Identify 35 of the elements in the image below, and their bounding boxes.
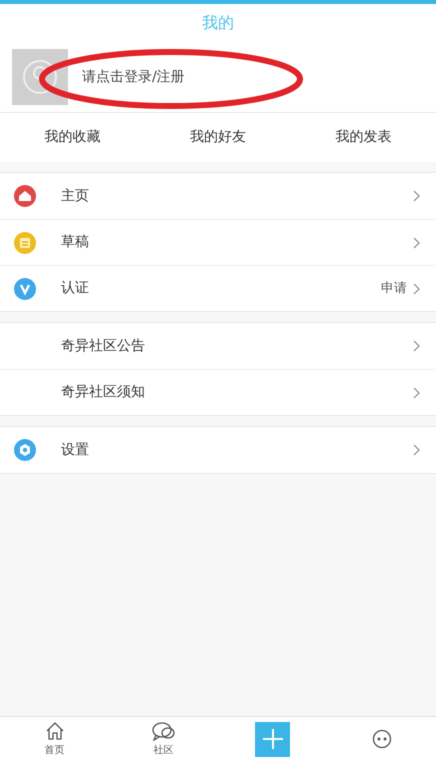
menu-label: 奇异社区公告 — [61, 336, 146, 356]
menu-label: 草稿 — [61, 233, 90, 252]
page-title: 我的 — [202, 12, 234, 34]
menu-item[interactable]: 主页 — [0, 173, 436, 219]
login-link[interactable]: 请点击登录/注册 — [82, 66, 185, 88]
chat-bubbles-icon — [152, 720, 176, 740]
menu-item[interactable]: 草稿 — [0, 219, 436, 265]
menu-label: 设置 — [61, 440, 90, 460]
menu-label: 认证 — [61, 279, 90, 298]
note-icon — [14, 232, 36, 254]
add-button[interactable] — [255, 722, 290, 756]
menu-item[interactable]: 奇异社区公告 — [0, 323, 436, 369]
chevron-right-icon — [413, 236, 420, 248]
chevron-right-icon — [413, 444, 420, 456]
menu-label: 主页 — [61, 186, 90, 206]
profile-tab[interactable]: 我的发表 — [290, 127, 436, 148]
chevron-right-icon — [413, 340, 420, 352]
plus-icon — [262, 728, 284, 750]
menu-item[interactable]: 认证 申请 — [0, 265, 436, 311]
settings-icon — [14, 439, 36, 461]
home-icon — [44, 720, 64, 740]
profile-tab[interactable]: 我的收藏 — [0, 127, 146, 148]
profile-tab[interactable]: 我的好友 — [145, 127, 291, 148]
nav-tab[interactable]: 社区 — [109, 717, 218, 761]
chevron-right-icon — [413, 190, 420, 202]
menu-value: 申请 — [381, 280, 407, 298]
v-badge-icon — [14, 278, 36, 300]
menu-item[interactable]: 奇异社区须知 — [0, 369, 436, 415]
menu-item[interactable]: 设置 — [0, 427, 436, 473]
menu-label: 奇异社区须知 — [61, 383, 146, 402]
chat-icon — [372, 729, 392, 749]
chevron-right-icon — [413, 386, 420, 398]
chevron-right-icon — [413, 282, 420, 294]
house-icon — [14, 185, 36, 207]
nav-tab[interactable]: 首页 — [0, 717, 109, 761]
